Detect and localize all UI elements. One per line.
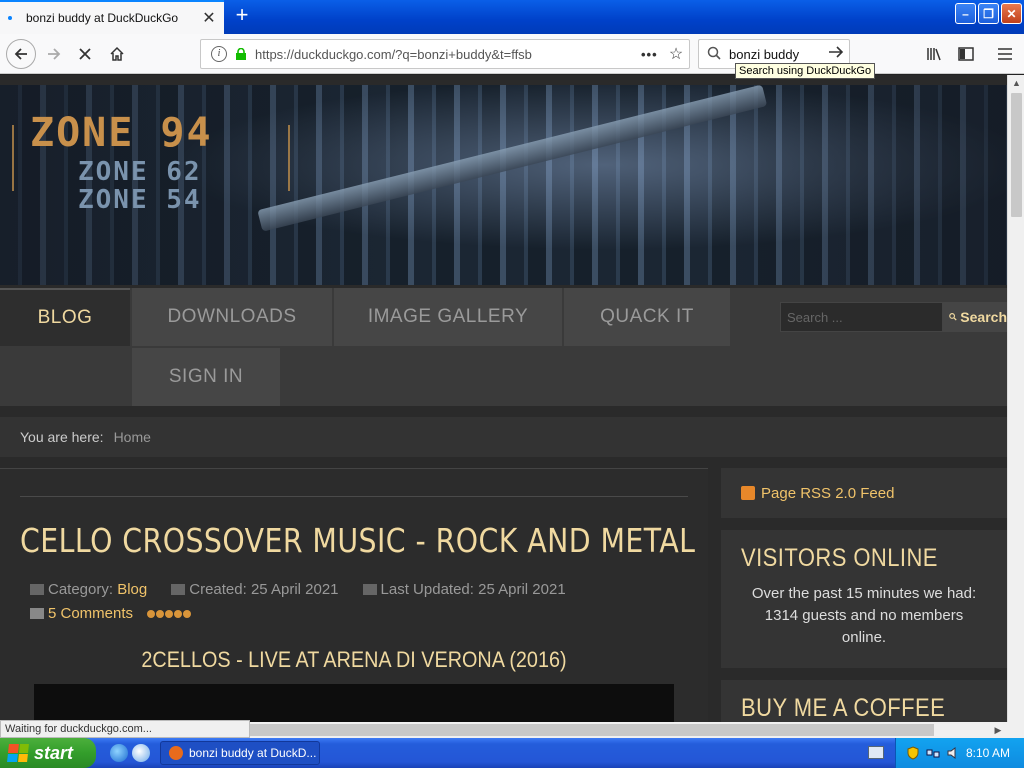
visitors-text: Over the past 15 minutes we had: 1314 gu… xyxy=(751,585,977,646)
window-close-icon[interactable]: ✕ xyxy=(1001,3,1022,24)
taskbar-task-label: bonzi buddy at DuckD... xyxy=(189,746,317,760)
banner-monorail xyxy=(257,85,768,232)
window-controls: – ❐ ✕ xyxy=(955,3,1022,24)
back-arrow-icon[interactable] xyxy=(6,39,36,69)
keyboard-icon[interactable] xyxy=(868,746,884,759)
article-title[interactable]: CELLO CROSSOVER MUSIC - ROCK AND METAL xyxy=(20,521,695,560)
folder-icon xyxy=(30,584,44,595)
page-actions-icon[interactable]: ••• xyxy=(641,47,663,62)
scrollbar-thumb[interactable] xyxy=(250,724,934,736)
browser-tab-bar: bonzi buddy at DuckDuckGo ✕ + – ❐ ✕ xyxy=(0,0,1024,34)
search-go-arrow-icon[interactable] xyxy=(823,45,849,64)
comments-link[interactable]: 5 Comments xyxy=(48,605,133,622)
search-tooltip: Search using DuckDuckGo xyxy=(735,63,876,79)
new-tab-icon[interactable]: + xyxy=(230,4,254,28)
visitors-online-box: VISITORS ONLINE Over the past 15 minutes… xyxy=(721,530,1007,668)
vertical-scrollbar[interactable]: ▲ xyxy=(1007,75,1024,722)
minimize-icon[interactable]: – xyxy=(955,3,976,24)
buy-me-coffee-box: BUY ME A COFFEE xyxy=(721,680,1007,722)
created-date: Created: 25 April 2021 xyxy=(189,581,339,598)
home-icon[interactable] xyxy=(103,40,131,68)
site-menu: BLOG DOWNLOADS IMAGE GALLERY QUACK IT SI… xyxy=(0,288,1007,406)
menu-item-sign-in[interactable]: SIGN IN xyxy=(132,348,280,406)
article-meta: Category: Blog Created: 25 April 2021 La… xyxy=(30,581,566,598)
stop-loading-icon[interactable] xyxy=(71,40,99,68)
library-icon[interactable] xyxy=(920,40,948,68)
taskbar-firefox-button[interactable]: bonzi buddy at DuckD... xyxy=(160,741,320,765)
category-link[interactable]: Blog xyxy=(117,581,147,598)
windows-logo-icon xyxy=(7,744,29,762)
site-search-input[interactable]: Search ... xyxy=(780,302,943,332)
browser-tab[interactable]: bonzi buddy at DuckDuckGo ✕ xyxy=(0,0,224,34)
tab-close-icon[interactable]: ✕ xyxy=(198,7,220,29)
coffee-heading: BUY ME A COFFEE xyxy=(741,694,946,722)
meta-updated: Last Updated: 25 April 2021 xyxy=(362,581,566,598)
site-logo-line3: ZONE 54 xyxy=(78,185,202,215)
breadcrumb: You are here: Home xyxy=(0,417,1007,457)
calendar-icon xyxy=(362,584,377,595)
tab-title: bonzi buddy at DuckDuckGo xyxy=(26,11,179,25)
url-bar[interactable]: i https://duckduckgo.com/?q=bonzi+buddy&… xyxy=(200,39,690,69)
forward-arrow-icon[interactable] xyxy=(40,40,68,68)
divider xyxy=(20,496,688,497)
scroll-right-arrow-icon[interactable]: ▶ xyxy=(990,722,1006,738)
scrollbar-thumb[interactable] xyxy=(1011,93,1022,217)
breadcrumb-label: You are here: xyxy=(20,429,104,445)
windows-taskbar: start bonzi buddy at DuckD... 8:10 AM xyxy=(0,738,1024,768)
article-meta-comments: 5 Comments xyxy=(30,605,192,622)
bookmark-star-icon[interactable]: ☆ xyxy=(663,44,689,64)
start-label: start xyxy=(34,742,74,763)
system-tray: 8:10 AM xyxy=(895,738,1024,768)
sidebar-toggle-icon[interactable] xyxy=(952,40,980,68)
site-search-button[interactable]: Search xyxy=(943,302,1007,332)
menu-item-quack-it[interactable]: QUACK IT xyxy=(564,288,730,346)
site-search-button-label: Search xyxy=(960,309,1007,325)
menu-item-downloads[interactable]: DOWNLOADS xyxy=(132,288,332,346)
clock[interactable]: 8:10 AM xyxy=(966,746,1010,760)
lock-icon xyxy=(236,48,246,60)
rss-feed-link[interactable]: Page RSS 2.0 Feed xyxy=(761,485,894,502)
site-banner: ZONE 94 ZONE 62 ZONE 54 xyxy=(0,85,1007,285)
meta-category: Category: Blog xyxy=(30,581,147,598)
volume-icon[interactable] xyxy=(946,746,960,760)
network-icon[interactable] xyxy=(926,746,940,760)
site-info-icon[interactable]: i xyxy=(211,46,227,62)
security-shield-icon[interactable] xyxy=(906,746,920,760)
internet-explorer-icon[interactable] xyxy=(110,744,128,762)
rss-feed-box: Page RSS 2.0 Feed xyxy=(721,468,1007,518)
video-embed[interactable] xyxy=(34,684,674,722)
restore-icon[interactable]: ❐ xyxy=(978,3,999,24)
quicklaunch-icon[interactable] xyxy=(132,744,150,762)
page-viewport: ZONE 94 ZONE 62 ZONE 54 BLOG DOWNLOADS I… xyxy=(0,75,1007,722)
comment-icon xyxy=(30,608,44,619)
category-label: Category: xyxy=(48,581,114,598)
rss-icon xyxy=(741,486,755,500)
search-icon xyxy=(949,313,957,321)
status-bar: Waiting for duckduckgo.com... xyxy=(0,720,250,738)
site-logo-line2: ZONE 62 xyxy=(78,157,202,187)
url-text[interactable]: https://duckduckgo.com/?q=bonzi+buddy&t=… xyxy=(255,47,641,62)
menu-item-blog[interactable]: BLOG xyxy=(0,288,130,346)
search-icon xyxy=(699,46,729,63)
calendar-icon xyxy=(171,584,186,595)
scroll-corner xyxy=(1007,722,1024,738)
site-logo-main[interactable]: ZONE 94 xyxy=(30,110,213,156)
rating-stars[interactable] xyxy=(147,609,192,618)
article-subheading: 2CELLOS - LIVE AT ARENA DI VERONA (2016) xyxy=(141,647,567,672)
firefox-icon xyxy=(169,746,183,760)
visitors-heading: VISITORS ONLINE xyxy=(741,544,938,572)
scroll-up-arrow-icon[interactable]: ▲ xyxy=(1008,75,1024,91)
search-query-text[interactable]: bonzi buddy xyxy=(729,47,823,62)
hamburger-menu-icon[interactable] xyxy=(991,40,1019,68)
loading-indicator-icon xyxy=(8,16,12,20)
start-button[interactable]: start xyxy=(0,738,96,768)
menu-item-image-gallery[interactable]: IMAGE GALLERY xyxy=(334,288,562,346)
updated-date: Last Updated: 25 April 2021 xyxy=(380,581,566,598)
meta-created: Created: 25 April 2021 xyxy=(171,581,339,598)
article-main: CELLO CROSSOVER MUSIC - ROCK AND METAL C… xyxy=(0,468,708,722)
breadcrumb-home-link[interactable]: Home xyxy=(114,429,151,445)
